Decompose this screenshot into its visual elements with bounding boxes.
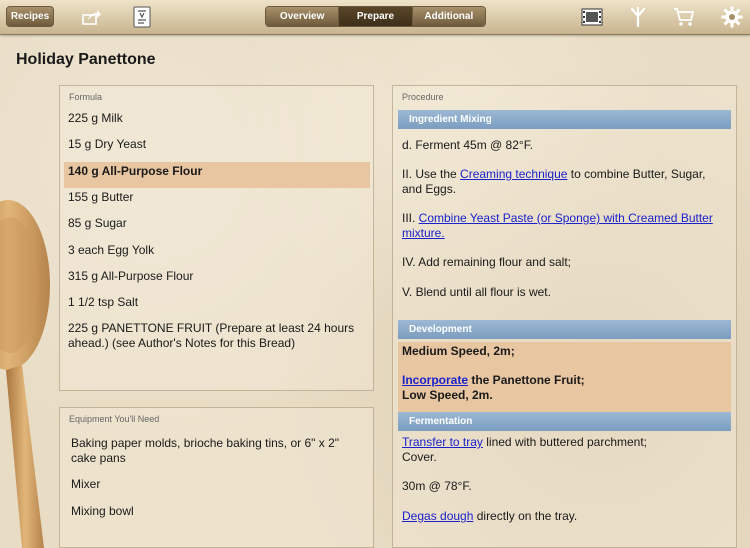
section-header-ingredient-mixing: Ingredient Mixing	[398, 110, 731, 129]
degas-dough-link[interactable]: Degas dough	[402, 509, 473, 523]
view-segmented-control: Overview Prepare Additional	[265, 6, 486, 27]
creaming-technique-link[interactable]: Creaming technique	[460, 167, 567, 181]
incorporate-link[interactable]: Incorporate	[402, 373, 468, 387]
combine-yeast-paste-link[interactable]: Combine Yeast Paste (or Sponge) with Cre…	[402, 211, 713, 240]
share-icon[interactable]	[80, 5, 104, 29]
fermentation-line-2: 30m @ 78°F.	[402, 479, 472, 493]
procedure-label: Procedure	[402, 92, 444, 102]
formula-item[interactable]: 225 g Milk	[64, 110, 370, 126]
step-2: II. Use the Creaming technique to combin…	[402, 167, 706, 196]
transfer-to-tray-link[interactable]: Transfer to tray	[402, 435, 483, 449]
equipment-item: Mixing bowl	[71, 504, 134, 518]
wooden-spoon-image	[0, 200, 50, 548]
formula-item[interactable]: 3 each Egg Yolk	[64, 242, 370, 258]
development-line-1: Medium Speed, 2m;	[402, 344, 515, 358]
tab-additional[interactable]: Additional	[412, 7, 485, 26]
formula-label: Formula	[69, 92, 103, 102]
procedure-panel: Procedure Ingredient Mixing d. Ferment 4…	[392, 85, 737, 548]
equipment-label: Equipment You'll Need	[69, 414, 160, 424]
toolbar: Recipes Overview Prepare Additional	[0, 0, 750, 35]
tools-icon[interactable]	[626, 5, 650, 29]
formula-item[interactable]: 15 g Dry Yeast	[64, 136, 370, 152]
development-line-3: Low Speed, 2m.	[402, 388, 493, 402]
formula-item[interactable]: 1 1/2 tsp Salt	[64, 294, 370, 310]
equipment-item: Mixer	[71, 477, 101, 491]
film-icon[interactable]	[580, 5, 604, 29]
development-line-2: Incorporate the Panettone Fruit;	[402, 373, 585, 387]
gear-icon[interactable]	[720, 5, 744, 29]
page-title: Holiday Panettone	[16, 51, 156, 68]
formula-item-selected[interactable]: 140 g All-Purpose Flour	[64, 162, 370, 188]
fermentation-line-3: Degas dough directly on the tray.	[402, 509, 578, 523]
equipment-item: Baking paper molds, brioche baking tins,…	[71, 436, 339, 465]
formula-item[interactable]: 315 g All-Purpose Flour	[64, 268, 370, 284]
formula-item[interactable]: 225 g PANETTONE FRUIT (Prepare at least …	[64, 321, 370, 351]
step-3: III. Combine Yeast Paste (or Sponge) wit…	[402, 211, 713, 240]
step-4: IV. Add remaining flour and salt;	[402, 255, 571, 269]
formula-panel: Formula 225 g Milk 15 g Dry Yeast 140 g …	[59, 85, 374, 391]
tab-overview[interactable]: Overview	[266, 7, 340, 26]
step-5: V. Blend until all flour is wet.	[402, 285, 551, 299]
tab-prepare[interactable]: Prepare	[339, 7, 413, 26]
fermentation-line-1b: Cover.	[402, 450, 437, 464]
recipe-card-icon[interactable]	[130, 5, 154, 29]
section-header-fermentation: Fermentation	[398, 412, 731, 431]
fermentation-line-1: Transfer to tray lined with buttered par…	[402, 435, 648, 449]
cart-icon[interactable]	[672, 5, 696, 29]
equipment-panel: Equipment You'll Need Baking paper molds…	[59, 407, 374, 548]
formula-item[interactable]: 155 g Butter	[64, 189, 370, 205]
section-header-development: Development	[398, 320, 731, 339]
step-d: d. Ferment 45m @ 82°F.	[402, 138, 534, 152]
formula-item[interactable]: 85 g Sugar	[64, 215, 370, 231]
recipes-button[interactable]: Recipes	[6, 6, 54, 27]
